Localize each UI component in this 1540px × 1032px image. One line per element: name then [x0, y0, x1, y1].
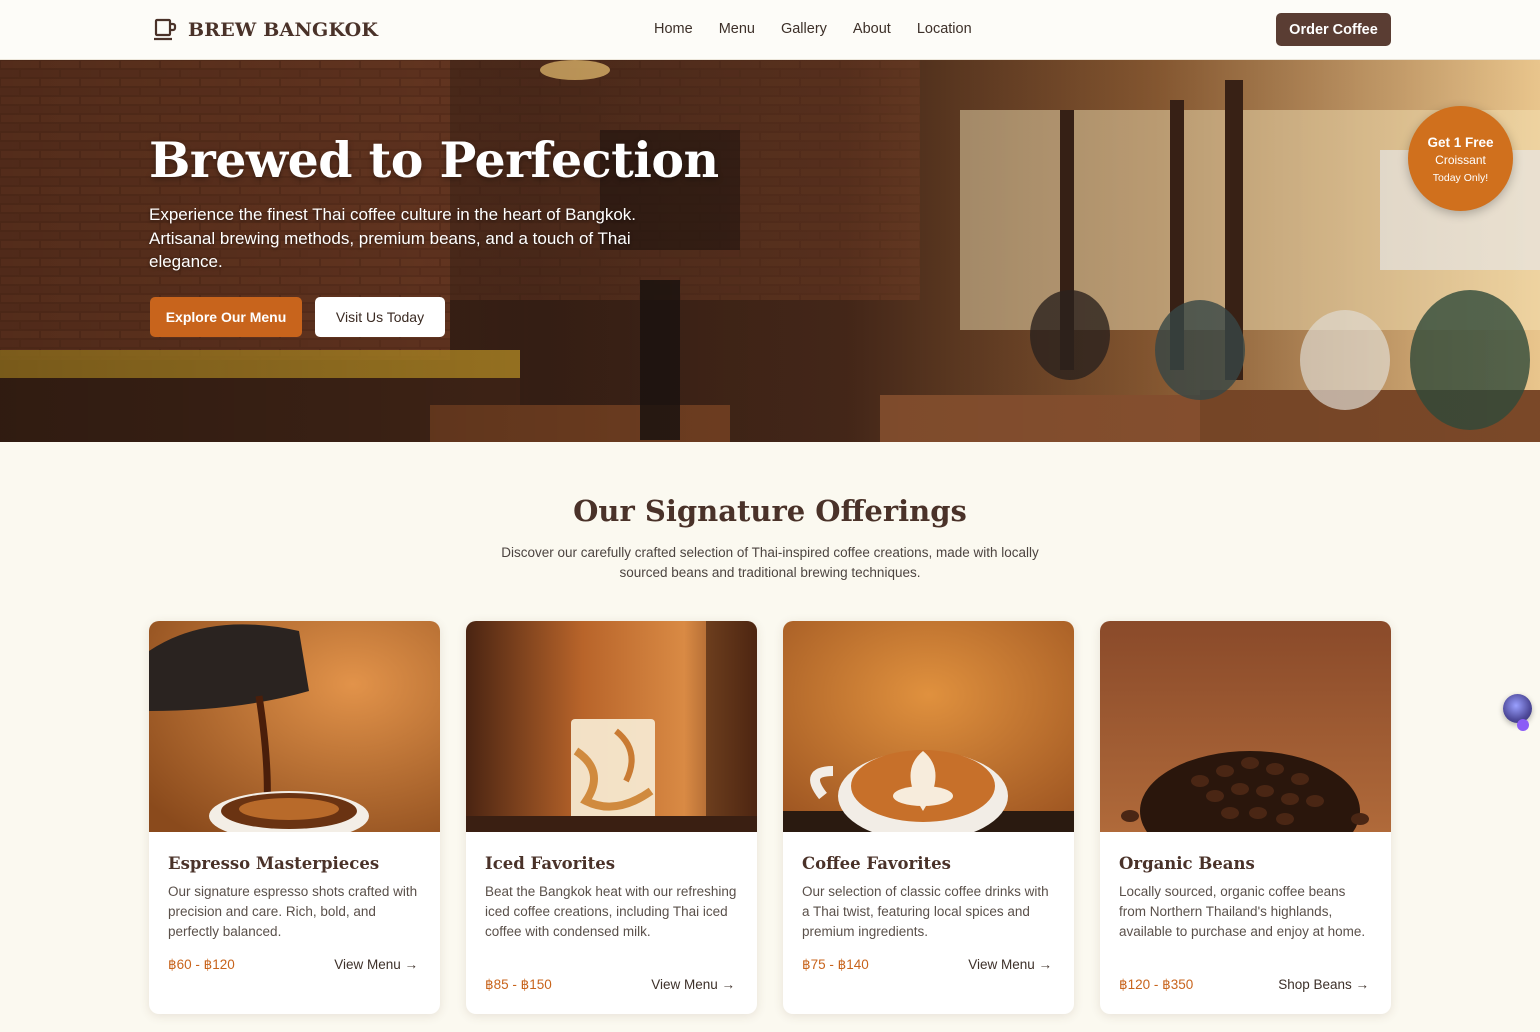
assistant-status-dot: [1517, 719, 1529, 731]
offering-card-coffee: Coffee Favorites Our selection of classi…: [783, 621, 1074, 1014]
explore-menu-button[interactable]: Explore Our Menu: [150, 297, 302, 337]
card-price: ฿85 - ฿150: [485, 977, 552, 992]
iced-coffee-image: [466, 621, 757, 832]
view-menu-link[interactable]: View Menu →: [334, 957, 418, 972]
card-price: ฿75 - ฿140: [802, 957, 869, 972]
brand-logo[interactable]: BREW BANGKOK: [152, 17, 378, 43]
card-description: Our selection of classic coffee drinks w…: [802, 884, 1049, 939]
card-title: Espresso Masterpieces: [168, 854, 380, 873]
nav-link-menu[interactable]: Menu: [719, 21, 755, 37]
offering-card-iced: Iced Favorites Beat the Bangkok heat wit…: [466, 621, 757, 1014]
card-title: Coffee Favorites: [802, 854, 951, 873]
coffee-cup-icon: [154, 18, 177, 41]
coffee-beans-image: [1100, 621, 1391, 832]
card-price: ฿120 - ฿350: [1119, 977, 1194, 992]
nav-link-location[interactable]: Location: [917, 21, 972, 37]
order-coffee-button[interactable]: Order Coffee: [1276, 13, 1391, 46]
offerings-title: Our Signature Offerings: [573, 494, 967, 528]
card-price: ฿60 - ฿120: [168, 957, 235, 972]
view-menu-link[interactable]: View Menu →: [968, 957, 1052, 972]
hero-section: Brewed to Perfection Experience the fine…: [0, 60, 1540, 442]
card-title: Organic Beans: [1119, 854, 1255, 873]
card-title: Iced Favorites: [485, 854, 616, 873]
hero-title: Brewed to Perfection: [149, 131, 719, 189]
card-description: Our signature espresso shots crafted wit…: [168, 884, 418, 939]
promo-line-1: Get 1 Free: [1427, 135, 1494, 150]
offering-card-espresso: Espresso Masterpieces Our signature espr…: [149, 621, 440, 1014]
brand-name: BREW BANGKOK: [188, 19, 379, 41]
card-description: Locally sourced, organic coffee beans fr…: [1119, 884, 1366, 939]
offering-card-beans: Organic Beans Locally sourced, organic c…: [1100, 621, 1391, 1014]
promo-line-3: Today Only!: [1432, 172, 1489, 184]
assistant-sparkle-icon[interactable]: [1503, 694, 1532, 723]
shop-beans-link[interactable]: Shop Beans →: [1278, 977, 1369, 992]
promo-badge[interactable]: Get 1 Free Croissant Today Only!: [1408, 106, 1513, 211]
top-nav: BREW BANGKOK Home Menu Gallery About Loc…: [0, 0, 1540, 60]
latte-art-image: [783, 621, 1074, 832]
offerings-subtitle: Discover our carefully crafted selection…: [501, 545, 1039, 580]
card-description: Beat the Bangkok heat with our refreshin…: [485, 884, 737, 939]
espresso-pour-image: [149, 621, 440, 832]
nav-links: Home Menu Gallery About Location: [654, 21, 972, 37]
promo-line-2: Croissant: [1435, 153, 1486, 167]
nav-link-home[interactable]: Home: [654, 21, 693, 37]
hero-subtitle: Experience the finest Thai coffee cultur…: [149, 205, 637, 271]
view-menu-link[interactable]: View Menu →: [651, 977, 735, 992]
visit-us-button[interactable]: Visit Us Today: [315, 297, 445, 337]
nav-link-gallery[interactable]: Gallery: [781, 21, 827, 37]
nav-link-about[interactable]: About: [853, 21, 891, 37]
